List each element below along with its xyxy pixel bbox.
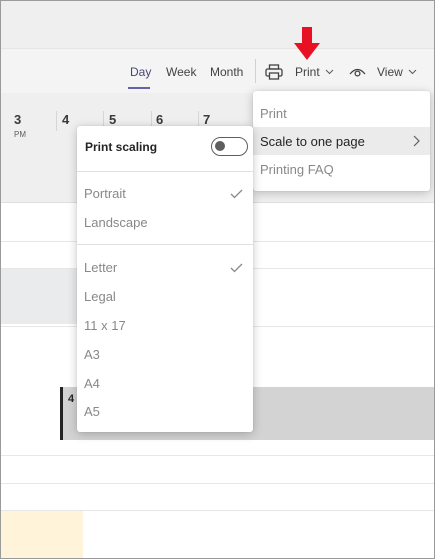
menu-item-label: Scale to one page — [260, 133, 365, 149]
calendar-block[interactable] — [1, 269, 81, 324]
option-letter[interactable]: Letter — [84, 260, 117, 275]
tab-month[interactable]: Month — [210, 65, 243, 79]
menu-item-printing-faq[interactable]: Printing FAQ — [253, 155, 430, 183]
print-scaling-title: Print scaling — [85, 140, 158, 154]
event-label: 4 — [68, 393, 75, 405]
menu-item-label: Print — [260, 105, 287, 121]
print-scaling-menu: Print scaling Portrait Landscape Letter … — [77, 126, 253, 432]
menu-divider — [77, 171, 253, 172]
option-legal[interactable]: Legal — [84, 289, 116, 304]
down-arrow-icon — [294, 27, 320, 66]
chevron-down-icon — [408, 69, 417, 75]
option-a5[interactable]: A5 — [84, 404, 100, 419]
print-menu: Print Scale to one page Printing FAQ — [253, 91, 430, 191]
option-portrait[interactable]: Portrait — [84, 186, 126, 201]
toolbar-divider — [255, 59, 256, 83]
hour-label: 7 — [203, 112, 211, 127]
checkmark-icon — [230, 260, 243, 278]
tab-week[interactable]: Week — [166, 65, 196, 79]
view-label: View — [377, 65, 403, 79]
option-landscape[interactable]: Landscape — [84, 215, 148, 230]
option-a4[interactable]: A4 — [84, 376, 100, 391]
toggle-knob — [215, 141, 225, 151]
menu-divider — [77, 244, 253, 245]
printer-icon — [265, 64, 283, 80]
period-label: PM — [14, 130, 26, 139]
tab-day[interactable]: Day — [130, 65, 151, 79]
active-tab-indicator — [128, 87, 150, 89]
eye-icon — [349, 66, 366, 78]
row-divider — [1, 483, 434, 484]
menu-item-scale-to-one-page[interactable]: Scale to one page — [253, 127, 430, 155]
checkmark-icon — [230, 186, 243, 204]
hour-separator — [56, 111, 57, 131]
print-label: Print — [295, 65, 320, 79]
calendar-window: Day Week Month Print View 3 PM 4 5 6 7 4… — [0, 0, 435, 559]
print-scaling-toggle[interactable] — [211, 137, 248, 156]
menu-item-label: Printing FAQ — [260, 161, 334, 177]
hour-label: 4 — [62, 112, 70, 127]
menu-item-print[interactable]: Print — [253, 99, 430, 127]
hour-label: 6 — [156, 112, 164, 127]
row-divider — [1, 455, 434, 456]
hour-label: 5 — [109, 112, 117, 127]
chevron-right-icon — [413, 135, 420, 150]
calendar-block[interactable] — [1, 511, 83, 558]
option-11x17[interactable]: 11 x 17 — [84, 318, 126, 333]
hour-label: 3 — [14, 112, 22, 127]
app-header — [1, 1, 434, 49]
view-button[interactable]: View — [349, 63, 417, 81]
chevron-down-icon — [325, 69, 334, 75]
option-a3[interactable]: A3 — [84, 347, 100, 362]
